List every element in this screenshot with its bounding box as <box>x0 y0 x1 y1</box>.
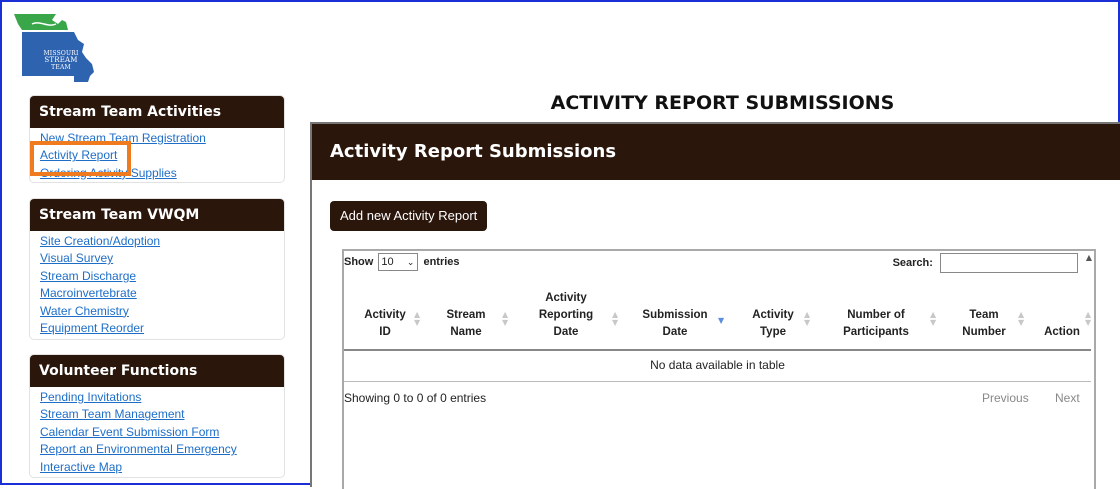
entries-label: entries <box>423 256 460 268</box>
column-activity-type[interactable]: Activity Type <box>742 285 804 349</box>
sidebar-section-vwqm: Stream Team VWQM Site Creation/Adoption … <box>30 199 284 339</box>
column-activity-reporting-date[interactable]: Activity Reporting Date <box>528 285 604 349</box>
sort-descending-icon: ▼ <box>718 316 725 325</box>
search-control: Search: <box>893 253 1078 273</box>
sidebar-section-title: Volunteer Functions <box>30 355 284 387</box>
sort-icon: ▲ ▼ <box>804 310 811 327</box>
sidebar-section-volunteer: Volunteer Functions Pending Invitations … <box>30 355 284 477</box>
show-label: Show <box>344 256 374 268</box>
sort-icon: ▲ ▼ <box>612 310 619 327</box>
page-size-select[interactable]: 10 ⌄ <box>378 253 419 271</box>
sidebar-link-team-management[interactable]: Stream Team Management <box>40 406 284 423</box>
sidebar-link-pending-invitations[interactable]: Pending Invitations <box>40 389 284 406</box>
sidebar-link-interactive-map[interactable]: Interactive Map <box>40 459 284 476</box>
sidebar-section-title: Stream Team Activities <box>30 96 284 128</box>
empty-table-message: No data available in table <box>344 349 1091 382</box>
activity-report-highlight <box>30 141 131 176</box>
sidebar-link-calendar-event[interactable]: Calendar Event Submission Form <box>40 424 284 441</box>
sort-icon: ▲ ▼ <box>414 310 421 327</box>
sidebar-section-title: Stream Team VWQM <box>30 199 284 231</box>
table-info: Showing 0 to 0 of 0 entries <box>344 391 487 405</box>
column-number-of-participants[interactable]: Number of Participants <box>830 285 922 349</box>
sidebar-link-water-chemistry[interactable]: Water Chemistry <box>40 303 284 320</box>
column-team-number[interactable]: Team Number <box>950 285 1018 349</box>
sort-icon: ▲ ▼ <box>930 310 937 327</box>
sort-icon: ▲ ▼ <box>502 310 509 327</box>
logo-text: MISSOURI STREAM TEAM <box>43 50 79 71</box>
column-stream-name[interactable]: Stream Name <box>436 285 496 349</box>
sidebar-link-equipment-reorder[interactable]: Equipment Reorder <box>40 320 284 337</box>
missouri-stream-team-logo[interactable]: MISSOURI STREAM TEAM <box>12 10 98 84</box>
previous-page-button[interactable]: Previous <box>982 391 1029 405</box>
panel-title: Activity Report Submissions <box>312 124 1120 180</box>
table-header: Activity ID ▲ ▼ Stream Name ▲ ▼ Activity Repo… <box>344 285 1091 351</box>
sidebar-link-report-emergency[interactable]: Report an Environmental Emergency <box>40 441 284 458</box>
sidebar-link-site-creation[interactable]: Site Creation/Adoption <box>40 233 284 250</box>
column-action[interactable]: Action <box>1040 285 1084 349</box>
add-activity-report-button[interactable]: Add new Activity Report <box>330 201 488 231</box>
search-label: Search: <box>892 256 933 269</box>
sidebar-link-visual-survey[interactable]: Visual Survey <box>40 250 284 267</box>
page-size-value: 10 <box>381 256 394 268</box>
next-page-button[interactable]: Next <box>1055 391 1080 405</box>
column-submission-date[interactable]: Submission Date <box>634 285 716 349</box>
submissions-panel: Activity Report Submissions Add new Acti… <box>310 122 1120 489</box>
missouri-state-icon <box>14 14 94 82</box>
chevron-down-icon: ⌄ <box>406 257 415 267</box>
page-size-control: Show 10 ⌄ entries <box>344 253 460 271</box>
sidebar-link-macroinvertebrate[interactable]: Macroinvertebrate <box>40 285 284 302</box>
sort-icon: ▲ ▼ <box>1085 310 1092 327</box>
column-activity-id[interactable]: Activity ID <box>354 285 416 349</box>
sidebar-link-stream-discharge[interactable]: Stream Discharge <box>40 268 284 285</box>
sort-icon: ▲ ▼ <box>1018 310 1025 327</box>
page-title: ACTIVITY REPORT SUBMISSIONS <box>550 92 895 114</box>
submissions-table-container: ▲ Show 10 ⌄ entries Search: Activity ID ▲… <box>342 249 1096 489</box>
scroll-up-arrow-icon[interactable]: ▲ <box>1086 253 1092 262</box>
search-input[interactable] <box>940 253 1078 273</box>
